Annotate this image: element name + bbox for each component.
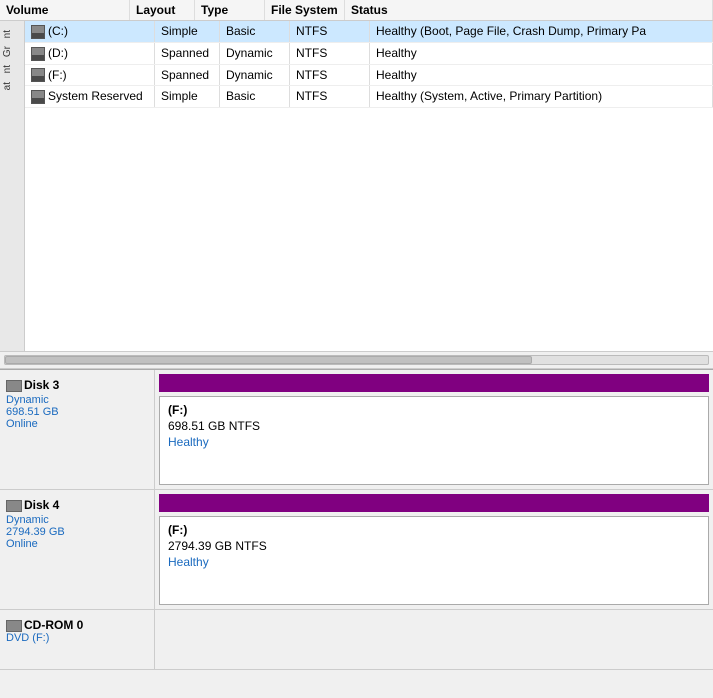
cell-filesystem: NTFS: [290, 43, 370, 64]
cell-layout: Simple: [155, 86, 220, 107]
disk-bar: [159, 494, 709, 512]
disk-label: Disk 3 Dynamic 698.51 GB Online: [0, 370, 155, 489]
cell-layout: Simple: [155, 21, 220, 42]
cell-type: Basic: [220, 86, 290, 107]
disk-size: 2794.39 GB: [6, 526, 148, 538]
disk-status: Online: [6, 418, 148, 430]
cell-status: Healthy: [370, 65, 713, 86]
header-volume: Volume: [0, 0, 130, 20]
volume-icon: [31, 68, 45, 82]
partition-status: Healthy: [168, 555, 700, 569]
volume-icon: [31, 90, 45, 104]
disk-icon: [6, 500, 22, 512]
cdrom-label: CD-ROM 0 DVD (F:): [0, 610, 155, 669]
cell-type: Basic: [220, 21, 290, 42]
cell-status: Healthy (System, Active, Primary Partiti…: [370, 86, 713, 107]
header-type: Type: [195, 0, 265, 20]
left-nav-item: at: [0, 78, 24, 94]
disk-row: Disk 3 Dynamic 698.51 GB Online (F:) 698…: [0, 370, 713, 490]
disk-bar: [159, 374, 709, 392]
cell-filesystem: NTFS: [290, 86, 370, 107]
disk-partition[interactable]: (F:) 698.51 GB NTFS Healthy: [159, 396, 709, 485]
disk-content: (F:) 698.51 GB NTFS Healthy: [155, 370, 713, 489]
cell-layout: Spanned: [155, 43, 220, 64]
scrollbar-thumb[interactable]: [5, 356, 532, 364]
disk-icon: [6, 380, 22, 392]
header-filesystem: File System: [265, 0, 345, 20]
disk-type: Dynamic: [6, 394, 148, 406]
cell-layout: Spanned: [155, 65, 220, 86]
cell-type: Dynamic: [220, 43, 290, 64]
left-nav: nt Gr nt at: [0, 21, 25, 351]
cell-volume: (C:): [25, 21, 155, 42]
cell-filesystem: NTFS: [290, 21, 370, 42]
cell-status: Healthy (Boot, Page File, Crash Dump, Pr…: [370, 21, 713, 42]
table-area: nt Gr nt at (C:) Simple Basic NTFS Healt…: [0, 21, 713, 351]
disk-content: (F:) 2794.39 GB NTFS Healthy: [155, 490, 713, 609]
left-nav-item: Gr: [0, 42, 24, 61]
disk-id: Disk 4: [6, 498, 148, 512]
table-row[interactable]: System Reserved Simple Basic NTFS Health…: [25, 86, 713, 108]
left-nav-item: nt: [0, 61, 24, 77]
table-header: Volume Layout Type File System Status: [0, 0, 713, 21]
cell-type: Dynamic: [220, 65, 290, 86]
disk-size: 698.51 GB: [6, 406, 148, 418]
partition-drive: (F:): [168, 403, 700, 417]
header-status: Status: [345, 0, 713, 20]
volume-icon: [31, 25, 45, 39]
disk-label: Disk 4 Dynamic 2794.39 GB Online: [0, 490, 155, 609]
volume-icon: [31, 47, 45, 61]
table-content: (C:) Simple Basic NTFS Healthy (Boot, Pa…: [25, 21, 713, 351]
cdrom-id: CD-ROM 0: [6, 618, 148, 632]
disk-partition[interactable]: (F:) 2794.39 GB NTFS Healthy: [159, 516, 709, 605]
cell-volume: System Reserved: [25, 86, 155, 107]
cdrom-drive: DVD (F:): [6, 632, 148, 644]
table-row[interactable]: (D:) Spanned Dynamic NTFS Healthy: [25, 43, 713, 65]
horizontal-scrollbar[interactable]: [0, 351, 713, 369]
disk-row: Disk 4 Dynamic 2794.39 GB Online (F:) 27…: [0, 490, 713, 610]
disk-id: Disk 3: [6, 378, 148, 392]
table-row[interactable]: (F:) Spanned Dynamic NTFS Healthy: [25, 65, 713, 87]
header-layout: Layout: [130, 0, 195, 20]
table-row[interactable]: (C:) Simple Basic NTFS Healthy (Boot, Pa…: [25, 21, 713, 43]
cell-filesystem: NTFS: [290, 65, 370, 86]
disk-panel: Disk 3 Dynamic 698.51 GB Online (F:) 698…: [0, 370, 713, 670]
scrollbar-track: [4, 355, 709, 365]
partition-info: 698.51 GB NTFS: [168, 419, 700, 433]
cdrom-row: CD-ROM 0 DVD (F:): [0, 610, 713, 670]
partition-status: Healthy: [168, 435, 700, 449]
partition-info: 2794.39 GB NTFS: [168, 539, 700, 553]
left-nav-item: nt: [0, 26, 24, 42]
cell-volume: (F:): [25, 65, 155, 86]
disk-type: Dynamic: [6, 514, 148, 526]
disk-status: Online: [6, 538, 148, 550]
cdrom-content: [155, 610, 713, 669]
partition-drive: (F:): [168, 523, 700, 537]
cell-status: Healthy: [370, 43, 713, 64]
cdrom-icon: [6, 620, 22, 632]
cell-volume: (D:): [25, 43, 155, 64]
